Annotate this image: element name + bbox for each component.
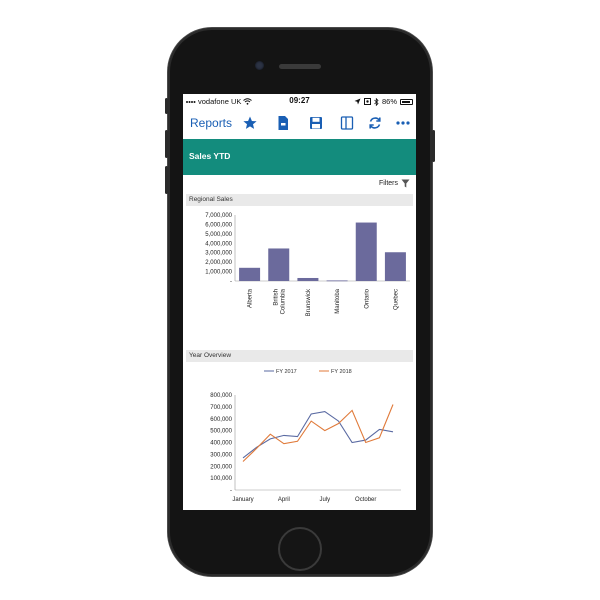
bar [239, 267, 261, 281]
x-tick-label: British [273, 289, 279, 306]
legend-label: FY 2017 [276, 369, 297, 375]
refresh-icon[interactable] [367, 115, 383, 131]
y-tick-label: - [230, 279, 232, 285]
filter-funnel-icon [401, 179, 410, 188]
x-tick-label: October [355, 497, 376, 503]
y-tick-label: 300,000 [210, 452, 232, 458]
x-tick-label: Alberta [248, 288, 254, 308]
year-overview-chart: FY 2017 FY 2018 - 100,000 200,000 300,000 400,… [210, 369, 401, 503]
bar [326, 280, 348, 282]
more-icon[interactable] [395, 115, 411, 131]
y-tick-label: 200,000 [210, 464, 232, 470]
y-tick-label: 4,000,000 [205, 241, 232, 247]
status-bar: vodafone UK 09:27 86% [183, 94, 416, 109]
y-tick-label: 600,000 [210, 417, 232, 423]
year-overview-header: Year Overview [186, 350, 413, 362]
volume-down-button [165, 166, 168, 194]
y-tick-label: 7,000,000 [205, 213, 232, 219]
regional-sales-chart: - 1,000,000 2,000,000 3,000,000 4,000,000 5,0… [205, 213, 410, 316]
x-tick-label: January [232, 497, 253, 503]
document-icon[interactable] [275, 115, 291, 131]
page-title: Sales YTD [189, 151, 231, 161]
bluetooth-icon [374, 97, 379, 106]
star-icon[interactable] [242, 115, 258, 131]
front-camera [255, 61, 264, 70]
y-tick-label: 800,000 [210, 393, 232, 399]
status-right-group: 86% [354, 97, 413, 106]
alarm-lock-icon [363, 98, 371, 105]
x-tick-label: Brunswick [306, 288, 312, 316]
filters-label: Filters [378, 180, 398, 187]
filters-button[interactable]: Filters [379, 179, 410, 188]
bar [297, 277, 319, 281]
regional-sales-header: Regional Sales [186, 194, 413, 206]
home-button[interactable] [278, 527, 322, 571]
bar [355, 222, 377, 281]
battery-percentage: 86% [381, 97, 397, 106]
x-tick-label: Manitoba [335, 288, 341, 313]
y-tick-label: 5,000,000 [205, 232, 232, 238]
bar [384, 252, 406, 281]
legend-label: FY 2018 [331, 369, 352, 375]
y-tick-label: 500,000 [210, 429, 232, 435]
app-toolbar: Reports [183, 109, 416, 137]
y-tick-label: 6,000,000 [205, 222, 232, 228]
panel-icon[interactable] [339, 115, 355, 131]
y-tick-label: 2,000,000 [205, 260, 232, 266]
x-tick-label: Quebec [393, 289, 399, 310]
reports-button[interactable]: Reports [190, 116, 232, 130]
location-icon [354, 98, 361, 105]
battery-icon [400, 98, 413, 105]
x-tick-label: Columbia [280, 288, 286, 314]
y-tick-label: 3,000,000 [205, 251, 232, 257]
y-tick-label: 400,000 [210, 441, 232, 447]
y-tick-label: - [230, 488, 232, 494]
power-button [432, 130, 435, 162]
x-tick-label: Ontario [364, 288, 370, 308]
volume-up-button [165, 130, 168, 158]
save-icon[interactable] [308, 115, 324, 131]
phone-screen: vodafone UK 09:27 86% Reports Sales YTD … [183, 94, 416, 510]
report-title-bar: Sales YTD [183, 139, 416, 175]
earpiece-speaker [279, 64, 321, 69]
x-tick-label: April [278, 497, 290, 503]
y-tick-label: 100,000 [210, 476, 232, 482]
mute-switch [165, 98, 168, 114]
bar [268, 248, 290, 281]
series-line [242, 411, 394, 459]
x-tick-label: July [319, 497, 330, 503]
y-tick-label: 1,000,000 [205, 270, 232, 276]
y-tick-label: 700,000 [210, 405, 232, 411]
